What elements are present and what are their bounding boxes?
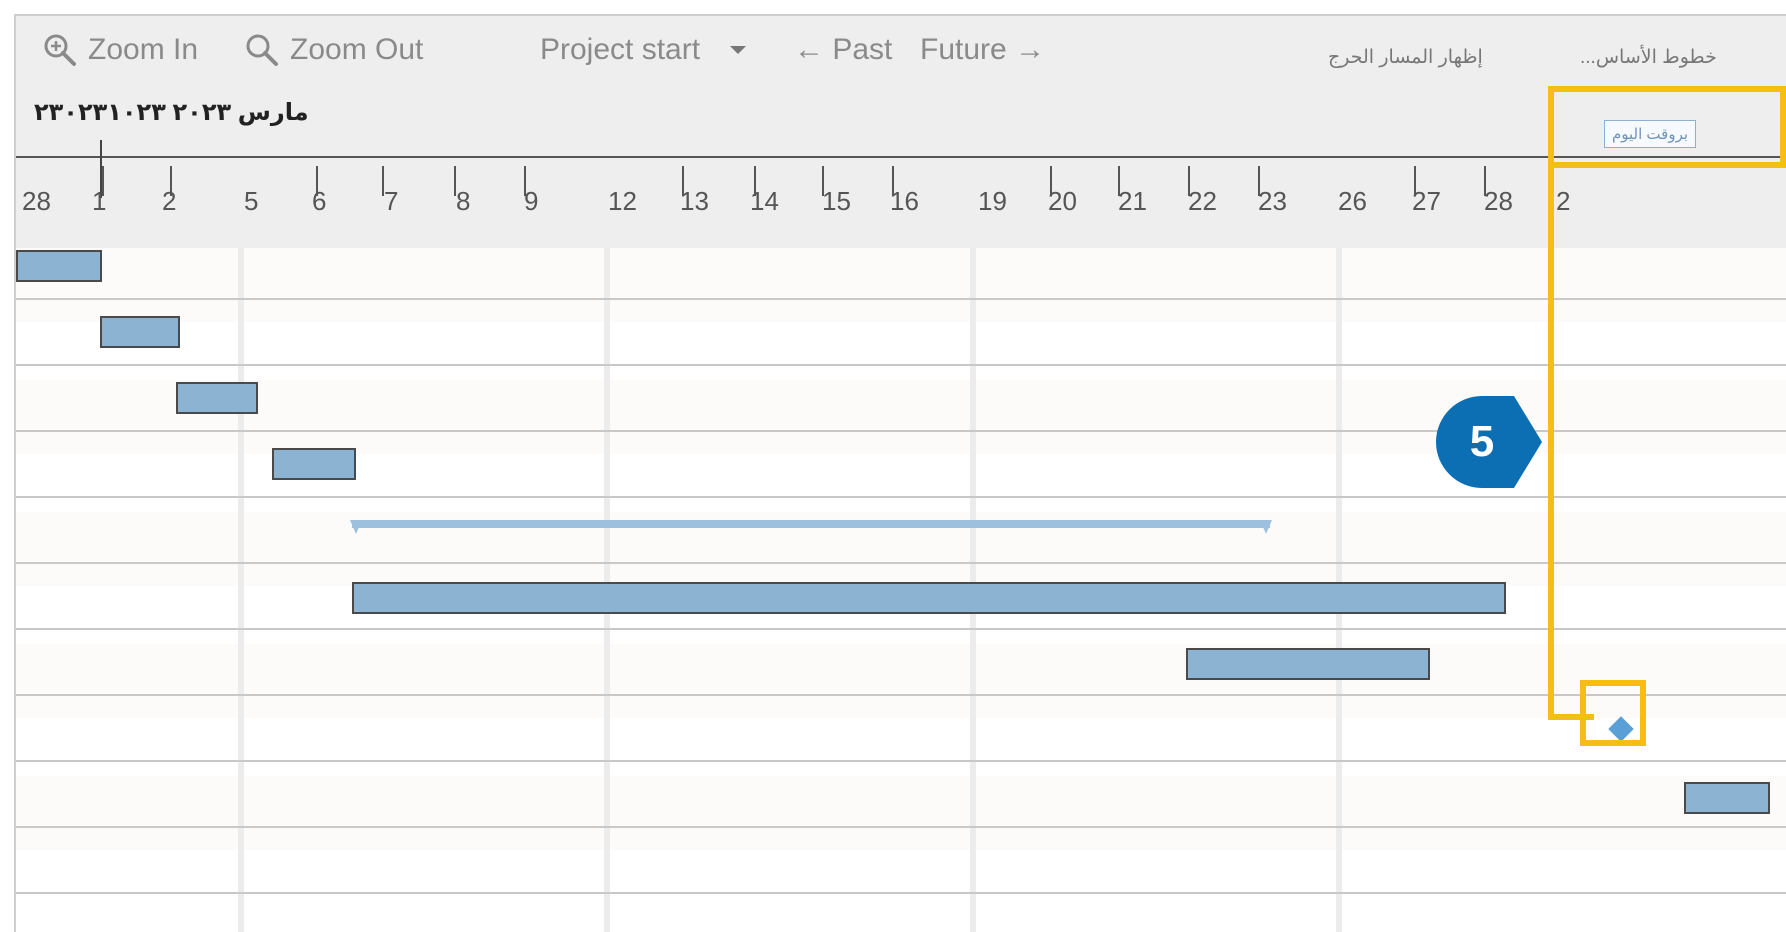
zoom-out-icon [246,34,278,66]
row-divider [16,562,1786,564]
timeline-ruler [16,156,1786,158]
zoom-in-label: Zoom In [88,33,199,66]
highlight-milestone [1580,680,1646,746]
gantt-row [16,776,1786,850]
day-label: 13 [680,186,709,216]
zoom-in-button[interactable]: Zoom In [42,30,198,70]
future-button[interactable]: Future → [920,30,1045,70]
row-divider [16,364,1786,366]
task-bar[interactable] [1684,782,1770,814]
step-callout: 5 [1436,396,1544,488]
day-label: 12 [608,186,637,216]
day-label: 8 [456,186,471,216]
show-critical-path-button[interactable]: إظهار المسار الحرج [1328,46,1483,69]
row-divider [16,892,1786,894]
week-divider [238,248,244,932]
highlight-today-button [1548,86,1786,168]
row-divider [16,694,1786,696]
future-label: Future → [920,33,1046,66]
day-label: 15 [822,186,851,216]
day-label: 9 [524,186,539,216]
day-label: 19 [978,186,1007,216]
gantt-grid [16,248,1786,932]
day-label: 27 [1412,186,1441,216]
day-label: 21 [1118,186,1147,216]
past-button[interactable]: ← Past [794,30,892,70]
row-divider [16,826,1786,828]
gantt-chart-view: Zoom In Zoom Out Project start ← Past Fu… [14,14,1786,932]
gantt-row [16,644,1786,718]
day-label: 22 [1188,186,1217,216]
row-divider [16,628,1786,630]
row-divider [16,298,1786,300]
zoom-out-label: Zoom Out [290,33,424,66]
highlight-connector [1548,162,1554,720]
zoom-out-button[interactable]: Zoom Out [244,30,423,70]
day-label: 14 [750,186,779,216]
zoom-in-icon [44,34,76,66]
day-label: 26 [1338,186,1367,216]
row-divider [16,760,1786,762]
baselines-button[interactable]: خطوط الأساس... [1580,46,1717,69]
day-label: 28 [1484,186,1513,216]
task-bar[interactable] [100,316,180,348]
gantt-row [16,248,1786,322]
past-label: ← Past [794,33,893,66]
callout-number: 5 [1469,417,1495,466]
task-bar[interactable] [272,448,356,480]
day-label: 2 [1556,186,1571,216]
task-bar[interactable] [352,582,1506,614]
day-label: 20 [1048,186,1077,216]
day-label: 6 [312,186,327,216]
day-label: 28 [22,186,51,216]
day-label: 1 [92,186,107,216]
task-bar[interactable] [1186,648,1430,680]
month-label: مارس ٢٠٢٣ ٢٣٠٢٣١٠٢٣ [34,99,309,126]
day-label: 7 [384,186,399,216]
day-label: 2 [162,186,177,216]
summary-task-bar[interactable] [350,520,1272,534]
chevron-down-icon [730,46,747,54]
row-divider [16,496,1786,498]
task-bar[interactable] [176,382,258,414]
project-start-label: Project start [540,33,701,66]
timeline-header: Zoom In Zoom Out Project start ← Past Fu… [16,16,1786,248]
day-label: 16 [890,186,919,216]
project-start-dropdown[interactable]: Project start [540,30,758,70]
task-bar[interactable] [16,250,102,282]
day-label: 23 [1258,186,1287,216]
day-label: 5 [244,186,259,216]
